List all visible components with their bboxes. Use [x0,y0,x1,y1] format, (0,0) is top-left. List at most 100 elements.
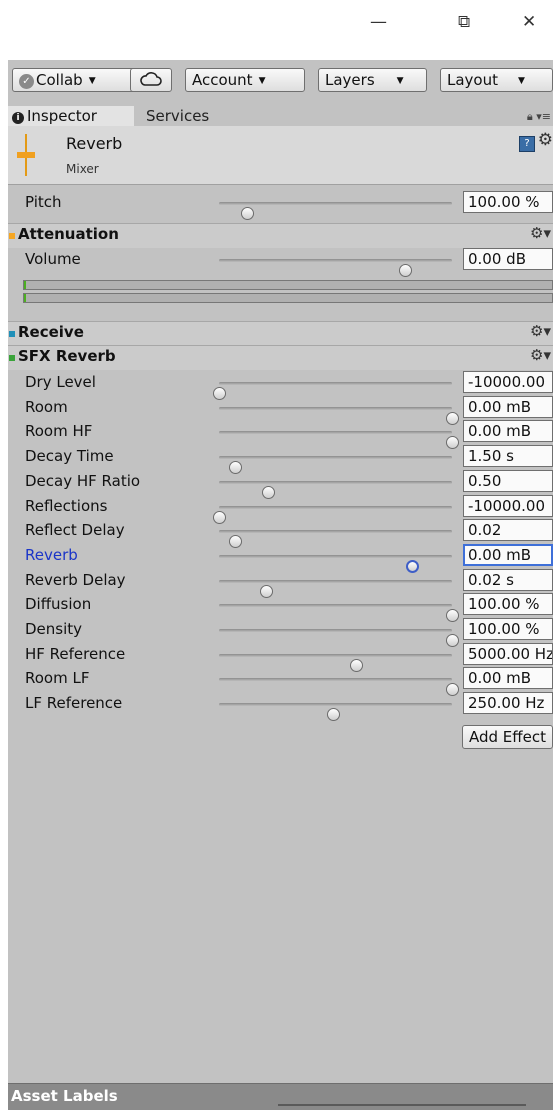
param-label: Reflect Delay [25,521,125,540]
chevron-down-icon: ▼ [518,76,525,86]
slider-track[interactable] [219,653,452,672]
section-receive[interactable]: Receive ⚙▾ [8,321,553,346]
param-label: Dry Level [25,373,96,391]
section-title: SFX Reverb [18,347,116,365]
slider-thumb[interactable] [399,264,413,277]
param-row: Room LF 0.00 mB [8,667,553,697]
param-label: Reverb [25,545,78,564]
value-field[interactable]: -10000.00 [463,371,553,393]
section-attenuation[interactable]: Attenuation ⚙▾ [8,223,553,248]
chevron-down-icon: ▼ [258,76,266,86]
asset-labels-title: Asset Labels [11,1087,118,1105]
param-row: Reflections -10000.00 [8,494,553,524]
value-field[interactable]: 100.00 % [463,618,553,640]
param-row-pitch: Pitch 100.00 % [8,191,553,220]
divider [278,1104,526,1106]
value-field[interactable]: 100.00 % [463,191,553,213]
param-row: HF Reference 5000.00 Hz [8,642,553,672]
gear-icon[interactable]: ⚙▾ [530,322,551,340]
lock-icon[interactable]: 🔒︎ ▾≡ [527,110,551,124]
slider-track[interactable] [219,456,452,475]
param-label: Room HF [25,422,93,441]
slider-track[interactable] [219,431,459,450]
section-title: Receive [18,323,84,341]
slider-track[interactable] [219,202,452,220]
param-row-volume: Volume 0.00 dB [8,248,553,277]
param-row: LF Reference 250.00 Hz [8,692,553,722]
slider-track[interactable] [219,554,452,573]
tab-services-label: Services [146,107,210,125]
minimize-button[interactable]: — [370,12,387,32]
param-label: Reverb Delay [25,570,126,589]
toolbar: ✓ Collab ▼ Account ▼ Layers ▼ Layout ▼ [8,60,553,102]
help-icon[interactable]: ? [519,136,535,152]
mixer-icon [16,134,36,176]
param-label: Room LF [25,669,90,688]
gear-icon[interactable]: ⚙ [538,130,553,150]
value-field[interactable]: 0.00 dB [463,248,553,270]
effect-subtitle: Mixer [66,162,99,176]
slider-track[interactable] [219,579,452,598]
slider-track[interactable] [219,604,459,623]
section-title: Attenuation [18,225,119,243]
value-field[interactable]: 0.00 mB [463,543,553,566]
value-field[interactable]: 250.00 Hz [463,692,553,715]
slider-track[interactable] [219,480,452,499]
collab-button[interactable]: ✓ Collab ▼ [12,68,143,92]
value-field[interactable]: 0.50 [463,469,553,492]
param-label: Diffusion [25,595,92,614]
tab-inspector[interactable]: i Inspector [8,106,134,126]
account-label: Account [192,71,253,89]
param-row: Room 0.00 mB [8,395,553,425]
value-field[interactable]: 0.02 [463,519,553,542]
account-dropdown[interactable]: Account ▼ [185,68,305,92]
slider-track[interactable] [213,505,452,524]
gear-icon[interactable]: ⚙▾ [530,346,551,364]
slider-track[interactable] [219,703,452,722]
slider-track[interactable] [219,406,459,425]
param-label: Reflections [25,496,108,515]
param-label: Decay HF Ratio [25,471,141,490]
slider-thumb[interactable] [327,708,341,722]
editor-panel: ✓ Collab ▼ Account ▼ Layers ▼ Layout ▼ i Inspe… [8,60,553,1110]
slider-track[interactable] [219,629,459,647]
param-row: Reflect Delay 0.02 [8,519,553,549]
value-field[interactable]: 0.02 s [463,568,553,591]
param-row: Diffusion 100.00 % [8,593,553,623]
value-field[interactable]: 0.00 mB [463,420,553,443]
param-label: LF Reference [25,694,123,713]
param-row: Reverb 0.00 mB [8,543,553,573]
slider-track[interactable] [219,678,459,697]
gear-icon[interactable]: ⚙▾ [530,224,551,242]
value-field[interactable]: 0.00 mB [463,395,553,418]
effect-title: Reverb [66,134,123,153]
value-field[interactable]: -10000.00 [463,494,553,517]
param-label: Room [25,397,68,416]
param-label: Decay Time [25,447,114,466]
slider-track[interactable] [219,259,452,277]
close-button[interactable]: ✕ [522,12,536,32]
info-icon: i [12,112,24,124]
param-row: Density 100.00 % [8,618,553,647]
layers-dropdown[interactable]: Layers ▼ [318,68,427,92]
layout-dropdown[interactable]: Layout ▼ [440,68,553,92]
cloud-button[interactable] [130,68,172,92]
section-sfx-reverb[interactable]: SFX Reverb ⚙▾ [8,345,553,370]
slider-thumb[interactable] [240,207,254,220]
collab-label: Collab [36,71,83,89]
tab-services[interactable]: Services [146,106,209,126]
asset-labels-bar: Asset Labels [8,1083,553,1110]
restore-button[interactable]: ⧉ [458,12,470,32]
section-color-marker [9,233,15,239]
value-field[interactable]: 100.00 % [463,593,553,616]
level-meter [23,280,553,290]
add-effect-button[interactable]: Add Effect [462,725,553,749]
value-field[interactable]: 0.00 mB [463,667,553,690]
param-label: Pitch [25,193,62,211]
param-row: Room HF 0.00 mB [8,420,553,450]
value-field[interactable]: 5000.00 Hz [463,642,553,665]
value-field[interactable]: 1.50 s [463,445,553,468]
slider-track[interactable] [219,530,452,549]
slider-track[interactable] [213,382,452,400]
chevron-down-icon: ▼ [396,76,404,86]
